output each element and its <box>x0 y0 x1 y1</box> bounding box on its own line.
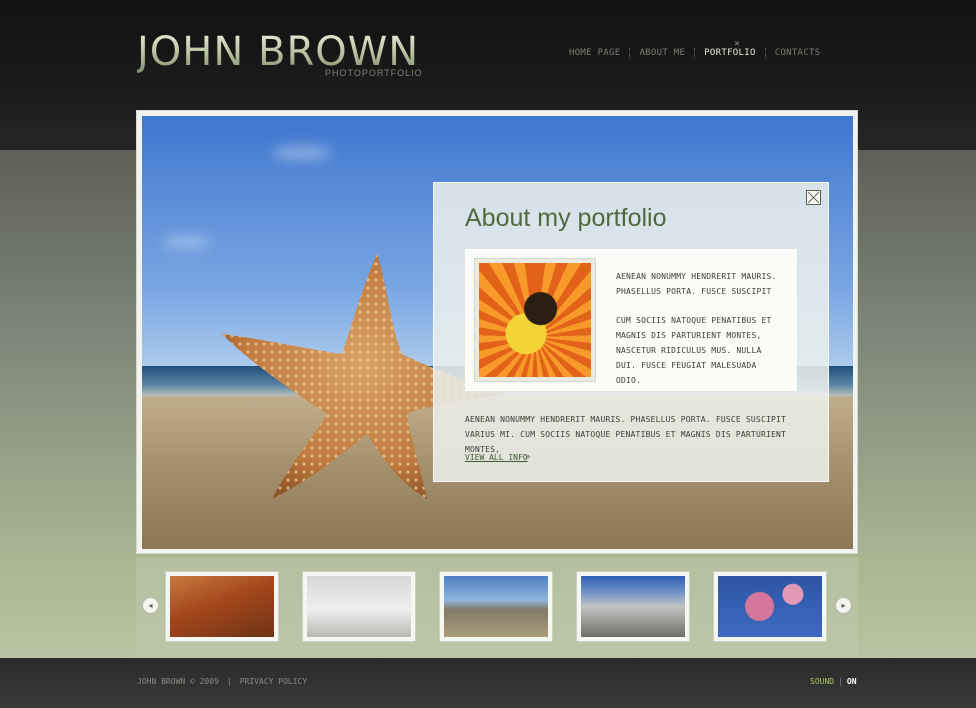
about-title: About my portfolio <box>465 204 667 232</box>
bee-photo <box>479 263 591 377</box>
active-nav-indicator-icon: ✕ <box>734 41 740 48</box>
thumbnail-image <box>444 576 548 637</box>
main-nav: HOME PAGE ABOUT ME PORTFOLIO CONTACTS <box>560 43 830 66</box>
about-description: AENEAN NONUMMY HENDRERIT MAURIS. PHASELL… <box>465 415 787 454</box>
footer-links: JOHN BROWN © 2009 | PRIVACY POLICY <box>137 677 307 686</box>
thumbnail-starfish[interactable] <box>302 571 416 642</box>
nav-item-portfolio[interactable]: PORTFOLIO <box>689 43 772 66</box>
next-arrow-icon[interactable]: ▸ <box>835 597 852 614</box>
thumbnail-image <box>718 576 822 637</box>
privacy-policy-link[interactable]: PRIVACY POLICY <box>240 677 307 686</box>
logo-subtitle: PHOTOPORTFOLIO <box>325 68 423 78</box>
sound-label: SOUND <box>810 677 835 686</box>
logo[interactable]: JOHN BROWN PHOTOPORTFOLIO <box>137 30 422 78</box>
sound-on-button[interactable]: ON <box>847 677 857 686</box>
thumbnail-image <box>581 576 685 637</box>
about-paragraph: AENEAN NONUMMY HENDRERIT MAURIS. PHASELL… <box>616 272 777 296</box>
nav-item-home[interactable]: HOME PAGE <box>560 48 629 58</box>
close-icon[interactable] <box>806 190 821 205</box>
view-all-info-link[interactable]: VIEW ALL INFO <box>465 453 528 462</box>
nav-item-contacts[interactable]: CONTACTS <box>766 48 830 58</box>
about-paragraph: CUM SOCIIS NATOQUE PENATIBUS ET MAGNIS D… <box>616 316 772 385</box>
hero-cloud <box>162 236 212 248</box>
nav-item-about[interactable]: ABOUT ME <box>630 48 694 58</box>
bee-photo-frame <box>474 258 596 382</box>
thumbnail-image <box>307 576 411 637</box>
double-chevron-right-icon[interactable]: » <box>525 451 530 461</box>
sound-toggle: SOUND | ON <box>810 677 857 686</box>
copyright-text: JOHN BROWN © 2009 <box>137 677 219 686</box>
thumbnail-image <box>170 576 274 637</box>
thumbnail-road[interactable] <box>439 571 553 642</box>
about-panel: About my portfolio AENEAN NONUMMY HENDRE… <box>433 182 829 482</box>
thumbnail-blossom[interactable] <box>713 571 827 642</box>
prev-arrow-icon[interactable]: ◂ <box>142 597 159 614</box>
thumbnail-rocks[interactable] <box>576 571 690 642</box>
sound-divider: | <box>838 677 843 686</box>
about-content-box: AENEAN NONUMMY HENDRERIT MAURIS. PHASELL… <box>465 249 797 391</box>
thumbnail-canyon[interactable] <box>165 571 279 642</box>
hero-cloud <box>272 146 332 160</box>
footer-divider: | <box>226 677 232 686</box>
